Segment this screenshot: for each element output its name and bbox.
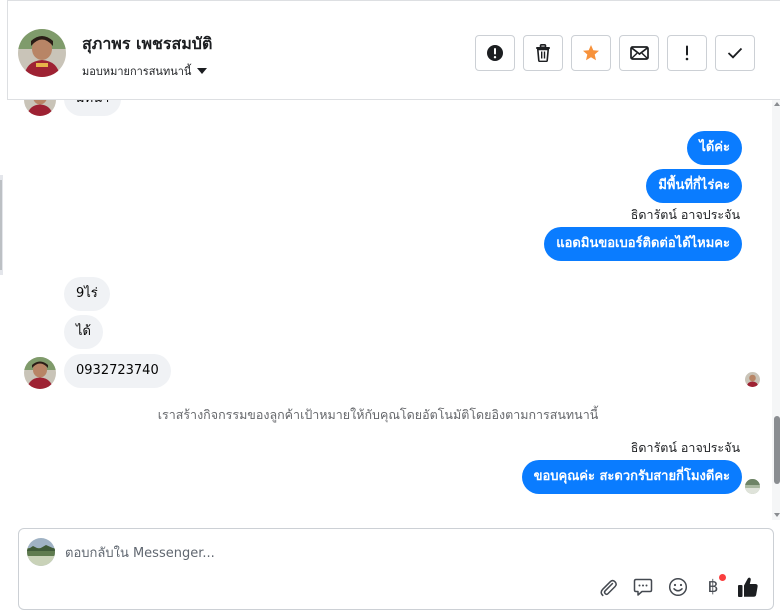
emoji-button[interactable] xyxy=(667,574,689,600)
seen-receipt-avatar xyxy=(745,479,760,494)
header-actions xyxy=(475,35,755,71)
mark-unread-button[interactable] xyxy=(619,35,659,71)
left-panel-scrollbar[interactable] xyxy=(0,175,3,275)
saved-reply-icon xyxy=(633,578,653,596)
contact-avatar-small xyxy=(24,100,56,116)
assign-label: มอบหมายการสนทนานี้ xyxy=(82,65,192,78)
outgoing-message[interactable]: แอดมินขอเบอร์ติดต่อได้ไหมคะ xyxy=(544,227,742,261)
message-thread[interactable]: มีที่นา ได้ค่ะ มีพื้นที่กี่ไร่คะ ธิดารัต… xyxy=(8,100,772,520)
star-icon xyxy=(583,45,599,61)
assign-conversation-dropdown[interactable]: มอบหมายการสนทนานี้ xyxy=(82,62,208,80)
outgoing-message[interactable]: มีพื้นที่กี่ไร่คะ xyxy=(646,169,742,203)
incoming-message[interactable]: 0932723740 xyxy=(64,354,171,388)
incoming-message[interactable]: ได้ xyxy=(64,315,103,349)
payment-button[interactable]: ฿ xyxy=(702,574,726,600)
checkmark-icon xyxy=(727,47,743,59)
scroll-up-icon[interactable] xyxy=(774,102,780,106)
reply-composer: ฿ xyxy=(18,528,774,610)
page-avatar xyxy=(27,538,55,566)
scroll-down-icon[interactable] xyxy=(774,513,780,517)
star-button[interactable] xyxy=(571,35,611,71)
attach-button[interactable] xyxy=(597,574,619,600)
exclamation-icon xyxy=(685,45,689,61)
reply-input[interactable] xyxy=(65,542,755,564)
caret-down-icon xyxy=(197,68,208,74)
paperclip-icon xyxy=(600,579,617,597)
like-button[interactable] xyxy=(737,574,759,600)
system-notice: เราสร้างกิจกรรมของลูกค้าเป้าหมายให้กับคุ… xyxy=(157,407,599,422)
envelope-icon xyxy=(629,46,649,60)
incoming-message[interactable]: มีที่นา xyxy=(64,100,122,116)
follow-up-button[interactable] xyxy=(667,35,707,71)
contact-avatar-small xyxy=(24,357,56,389)
conversation-header: สุภาพร เพชรสมบัติ มอบหมายการสนทนานี้ xyxy=(7,6,780,100)
emoji-icon xyxy=(668,577,688,597)
contact-name[interactable]: สุภาพร เพชรสมบัติ xyxy=(82,32,212,57)
baht-icon: ฿ xyxy=(707,577,719,597)
delete-button[interactable] xyxy=(523,35,563,71)
contact-avatar[interactable] xyxy=(18,29,66,77)
mark-done-button[interactable] xyxy=(715,35,755,71)
spam-button[interactable] xyxy=(475,35,515,71)
sender-name: ธิดารัตน์ อาจประจัน xyxy=(630,440,740,455)
thread-scrollbar-thumb[interactable] xyxy=(774,416,780,484)
outgoing-message[interactable]: ได้ค่ะ xyxy=(687,131,742,165)
notification-dot xyxy=(719,574,726,581)
sender-name: ธิดารัตน์ อาจประจัน xyxy=(630,207,740,222)
seen-receipt-avatar xyxy=(745,372,760,387)
composer-toolbar: ฿ xyxy=(597,574,759,600)
outgoing-message[interactable]: ขอบคุณค่ะ สะดวกรับสายกี่โมงดีคะ xyxy=(521,460,742,494)
saved-replies-button[interactable] xyxy=(632,574,654,600)
trash-icon xyxy=(536,44,550,62)
thumbs-up-icon xyxy=(738,577,758,597)
exclamation-circle-icon xyxy=(487,45,503,61)
incoming-message[interactable]: 9ไร่ xyxy=(64,277,110,311)
